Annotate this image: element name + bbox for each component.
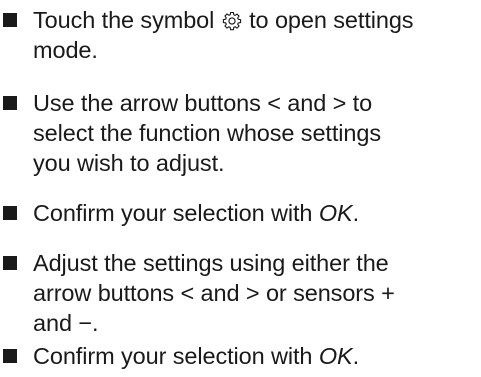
instruction-line: mode.: [33, 37, 98, 63]
instruction-line: Adjust the settings using either the: [33, 250, 389, 276]
ok-emphasis: OK: [318, 200, 353, 226]
instruction-text: Touch the symbol to open settings mode.: [33, 5, 479, 65]
instruction-line: you wish to adjust.: [33, 150, 225, 176]
square-bullet-icon: [3, 349, 17, 363]
square-bullet-icon: [3, 96, 17, 110]
instruction-line: Use the arrow buttons < and > to: [33, 90, 373, 116]
instruction-line: Touch the symbol to open settings: [33, 7, 414, 33]
instruction-line: select the function whose settings: [33, 120, 381, 146]
square-bullet-icon: [3, 256, 17, 270]
instruction-text: Confirm your selection with OK.: [33, 341, 479, 371]
instruction-text: Confirm your selection with OK.: [33, 198, 479, 228]
instruction-line: Confirm your selection with OK.: [33, 343, 360, 369]
instruction-line: Confirm your selection with OK.: [33, 200, 360, 226]
instruction-line: arrow buttons < and > or sensors +: [33, 280, 395, 306]
settings-gear-icon: [222, 11, 241, 31]
square-bullet-icon: [3, 206, 17, 220]
ok-emphasis: OK: [318, 343, 353, 369]
instruction-line: and −.: [33, 310, 99, 336]
square-bullet-icon: [3, 13, 17, 27]
instruction-text: Adjust the settings using either the arr…: [33, 248, 479, 338]
instruction-text: Use the arrow buttons < and > to select …: [33, 88, 479, 178]
